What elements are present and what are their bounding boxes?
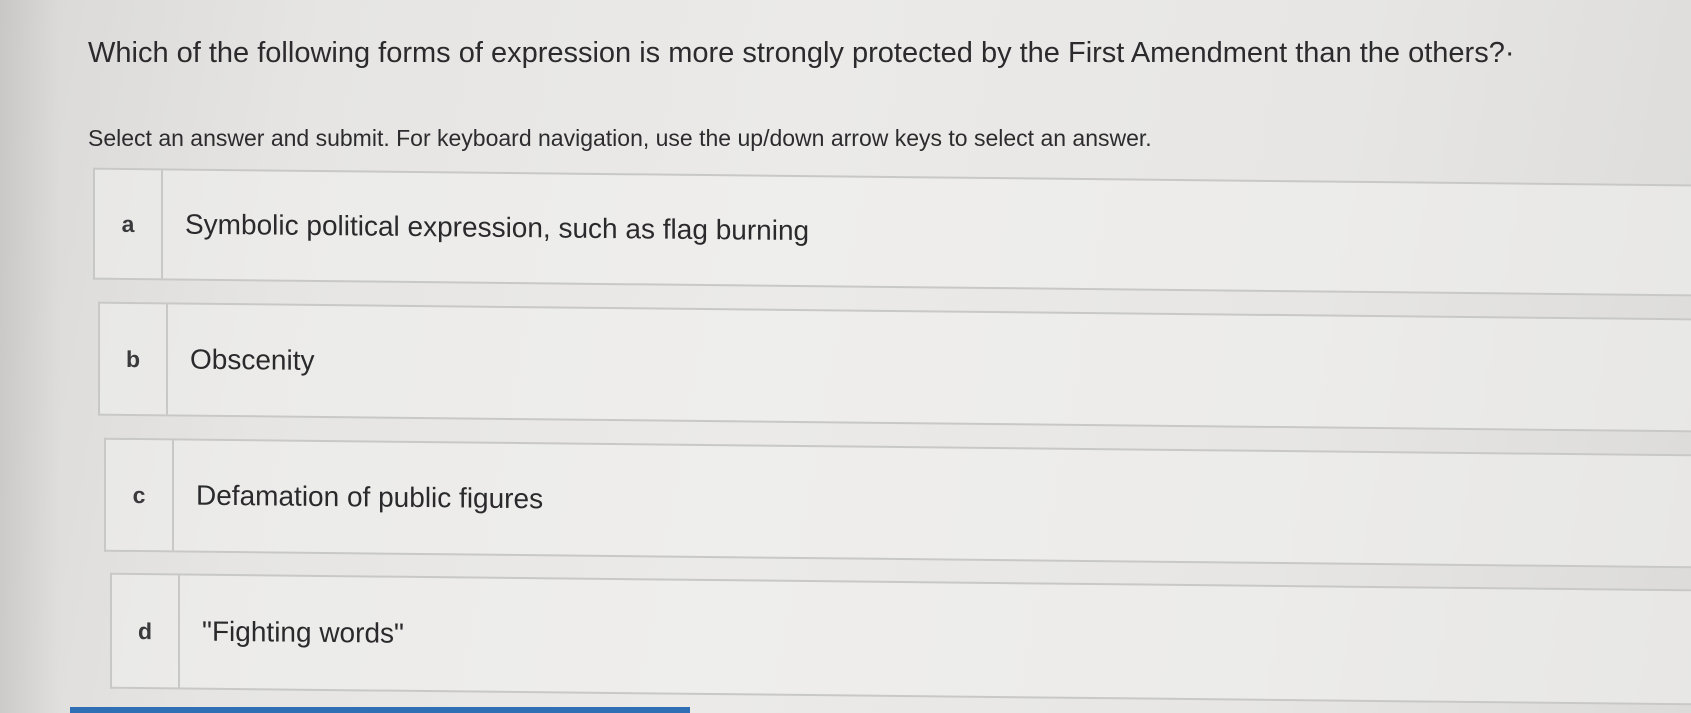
option-text: Defamation of public figures [196, 479, 544, 515]
answer-option-b[interactable]: b Obscenity [98, 301, 1691, 433]
option-letter: d [112, 574, 180, 688]
option-text: "Fighting words" [202, 615, 404, 649]
answer-option-d[interactable]: d "Fighting words" [110, 572, 1691, 706]
submit-bar-edge [70, 707, 690, 713]
option-letter: b [100, 303, 168, 415]
option-text: Obscenity [190, 343, 315, 376]
option-letter: c [106, 439, 174, 551]
option-letter: a [95, 169, 163, 279]
answer-options-list: a Symbolic political expression, such as… [0, 0, 1691, 713]
option-text: Symbolic political expression, such as f… [185, 208, 810, 247]
answer-option-a[interactable]: a Symbolic political expression, such as… [93, 167, 1691, 297]
answer-option-c[interactable]: c Defamation of public figures [104, 437, 1691, 569]
